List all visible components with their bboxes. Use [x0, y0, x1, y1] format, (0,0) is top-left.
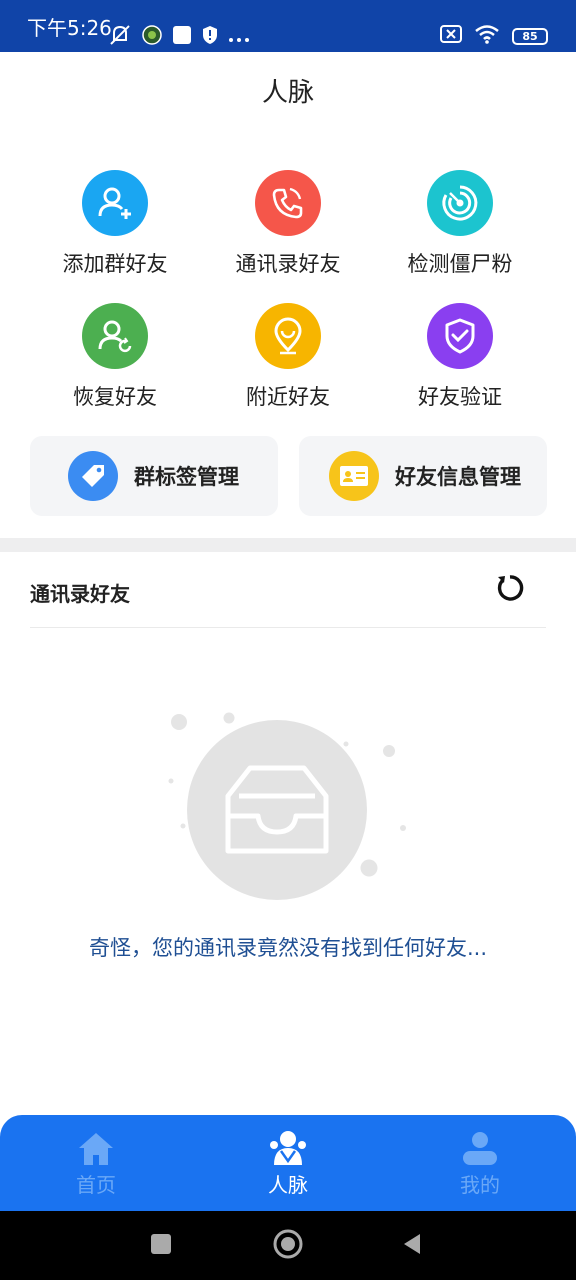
section-divider	[0, 538, 576, 552]
feature-label: 通讯录好友	[235, 252, 341, 276]
tag-icon	[68, 451, 118, 501]
feature-label: 好友验证	[418, 385, 502, 409]
radar-icon	[427, 170, 493, 236]
circle-nav-icon	[272, 1228, 304, 1264]
profile-icon	[420, 1127, 540, 1167]
status-bar: 下午5:26 85	[0, 0, 576, 52]
battery-icon: 85	[512, 27, 548, 45]
id-card-icon	[329, 451, 379, 501]
feature-add-group-friends[interactable]: 添加群好友	[20, 170, 210, 290]
status-time: 下午5:26	[27, 16, 112, 40]
recents-button[interactable]	[144, 1229, 178, 1263]
phone-icon	[255, 170, 321, 236]
nav-label: 人脉	[268, 1173, 308, 1197]
mgmt-label: 好友信息管理	[395, 465, 521, 489]
square-icon	[172, 25, 192, 49]
section-title: 通讯录好友	[30, 582, 130, 606]
people-icon	[228, 1127, 348, 1167]
bottom-nav: 首页 人脉 我的	[0, 1115, 576, 1211]
more-icon	[228, 28, 250, 47]
mute-icon	[108, 24, 132, 50]
back-triangle-icon	[400, 1232, 424, 1260]
mgmt-label: 群标签管理	[134, 465, 239, 489]
friend-info-management-card[interactable]: 好友信息管理	[299, 436, 547, 516]
status-right-icons: 85	[440, 24, 548, 48]
nav-people[interactable]: 人脉	[228, 1127, 348, 1198]
feature-label: 附近好友	[246, 385, 330, 409]
home-nav-button[interactable]	[271, 1229, 305, 1263]
feature-restore-friends[interactable]: 恢复好友	[20, 303, 210, 423]
empty-state-message: 奇怪，您的通讯录竟然没有找到任何好友...	[88, 936, 488, 960]
nav-label: 我的	[460, 1173, 500, 1197]
location-icon	[255, 303, 321, 369]
feature-label: 添加群好友	[62, 252, 168, 276]
square-nav-icon	[150, 1233, 172, 1259]
add-user-icon	[82, 170, 148, 236]
nav-label: 首页	[76, 1173, 116, 1197]
nav-home[interactable]: 首页	[36, 1127, 156, 1198]
feature-nearby-friends[interactable]: 附近好友	[193, 303, 383, 423]
wifi-icon	[474, 24, 500, 48]
refresh-icon	[495, 573, 525, 607]
empty-state-illustration	[160, 700, 420, 900]
feature-label: 恢复好友	[73, 385, 157, 409]
section-separator	[30, 627, 546, 628]
restore-user-icon	[82, 303, 148, 369]
page-title: 人脉	[261, 78, 314, 108]
refresh-button[interactable]	[494, 574, 526, 606]
shield-icon	[202, 25, 218, 49]
back-nav-button[interactable]	[395, 1229, 429, 1263]
app-icon	[142, 25, 162, 49]
feature-detect-zombie-fans[interactable]: 检测僵尸粉	[365, 170, 555, 290]
status-left-icons	[108, 24, 250, 50]
system-nav-bar	[0, 1211, 576, 1280]
home-icon	[36, 1127, 156, 1167]
feature-label: 检测僵尸粉	[407, 252, 513, 276]
sim-off-icon	[440, 25, 462, 47]
feature-friend-verification[interactable]: 好友验证	[365, 303, 555, 423]
feature-contacts-friends[interactable]: 通讯录好友	[193, 170, 383, 290]
nav-profile[interactable]: 我的	[420, 1127, 540, 1198]
shield-check-icon	[427, 303, 493, 369]
group-tag-management-card[interactable]: 群标签管理	[30, 436, 278, 516]
